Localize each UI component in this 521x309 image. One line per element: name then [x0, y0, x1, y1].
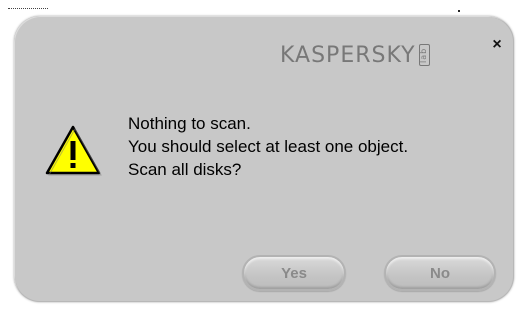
- warning-icon: [45, 125, 102, 176]
- yes-button-label: Yes: [281, 264, 307, 282]
- close-icon[interactable]: ×: [488, 36, 506, 54]
- no-button-label: No: [430, 264, 450, 282]
- edge-dot: [458, 10, 460, 12]
- message-line: Scan all disks?: [128, 160, 242, 179]
- yes-button[interactable]: Yes: [242, 255, 346, 291]
- brand-logo: KASPERSKY lab: [280, 40, 430, 70]
- dialog-message: Nothing to scan. You should select at le…: [128, 112, 408, 181]
- brand-logo-lab: lab: [418, 44, 430, 66]
- screen: KASPERSKY lab × Nothing to scan. You sho…: [0, 0, 521, 309]
- message-line: Nothing to scan.: [128, 114, 251, 133]
- window-edge-marker: [8, 8, 48, 11]
- brand-logo-text: KASPERSKY: [280, 42, 416, 68]
- kaspersky-dialog: KASPERSKY lab × Nothing to scan. You sho…: [14, 16, 514, 302]
- no-button[interactable]: No: [384, 255, 496, 291]
- message-line: You should select at least one object.: [128, 137, 409, 156]
